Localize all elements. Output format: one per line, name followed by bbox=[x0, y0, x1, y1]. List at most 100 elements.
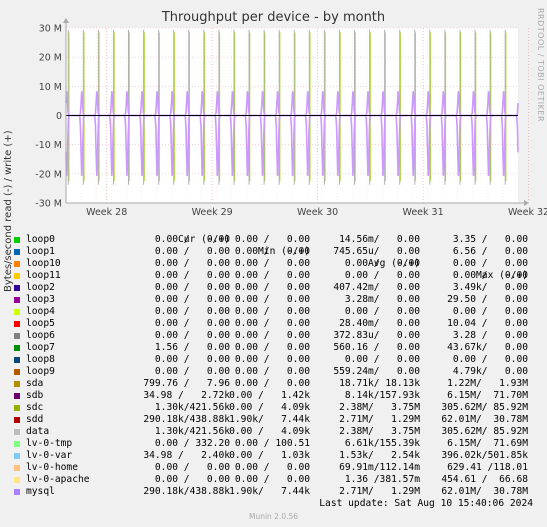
legend-swatch bbox=[14, 357, 20, 363]
legend-min-value: 0.00 / 1.42k bbox=[229, 390, 310, 401]
legend-avg-value: 28.40m/ 0.00 bbox=[339, 318, 420, 329]
legend-avg-value: 559.24m/ 0.00 bbox=[333, 366, 420, 377]
legend-swatch bbox=[14, 477, 20, 483]
legend-series-name: loop1 bbox=[26, 246, 55, 257]
legend-max-value: 6.15M/ 71.69M bbox=[447, 438, 528, 449]
legend-max-value: 6.56 / 0.00 bbox=[452, 246, 528, 257]
legend-series-name: loop7 bbox=[26, 342, 55, 353]
legend-swatch bbox=[14, 345, 20, 351]
legend-min-value: 0.00 / 0.00 bbox=[234, 234, 310, 245]
legend-swatch bbox=[14, 381, 20, 387]
legend-row: lv-0-home 0.00 / 0.00 0.00 / 0.00 69.91m/11… bbox=[0, 462, 547, 474]
legend-row: loop11 0.00 / 0.00 0.00 / 0.00 0.00 / 0.00 0… bbox=[0, 270, 547, 282]
legend-swatch bbox=[14, 429, 20, 435]
legend-swatch bbox=[14, 285, 20, 291]
legend-min-value: 0.00 / 0.00 bbox=[234, 270, 310, 281]
legend-min-value: 0.00 / 0.00 bbox=[234, 330, 310, 341]
legend-swatch bbox=[14, 405, 20, 411]
y-tick-label: 0 bbox=[56, 111, 62, 122]
legend-min-value: 1.90k/ 7.44k bbox=[229, 486, 310, 497]
legend-avg-value: 2.38M/ 3.75M bbox=[339, 426, 420, 437]
y-tick-label: -10 M bbox=[35, 140, 62, 151]
legend-max-value: 0.00 / 0.00 bbox=[452, 354, 528, 365]
legend-min-value: 0.00 / 4.09k bbox=[229, 426, 310, 437]
y-tick-label: 10 M bbox=[39, 82, 62, 93]
legend-max-value: 305.62M/ 85.92M bbox=[441, 426, 528, 437]
legend-min-value: 0.00 / 0.00 bbox=[234, 474, 310, 485]
legend-swatch bbox=[14, 273, 20, 279]
legend-avg-value: 6.61k/155.39k bbox=[344, 438, 420, 449]
x-tick-label: Week 29 bbox=[192, 207, 233, 218]
legend-max-value: 62.01M/ 30.78M bbox=[441, 486, 528, 497]
legend-row: sdc 1.30k/421.56k 0.00 / 4.09k 2.38M/ 3.75M… bbox=[0, 402, 547, 414]
legend-swatch bbox=[14, 333, 20, 339]
legend-swatch bbox=[14, 441, 20, 447]
legend-avg-value: 14.56m/ 0.00 bbox=[339, 234, 420, 245]
legend-row: loop1 0.00 / 0.00 0.00 / 0.00 745.65u/ 0.00… bbox=[0, 246, 547, 258]
legend-series-name: lv-0-var bbox=[26, 450, 73, 461]
munin-version: Munin 2.0.56 bbox=[248, 512, 299, 521]
legend-row: loop3 0.00 / 0.00 0.00 / 0.00 3.28m/ 0.00 29… bbox=[0, 294, 547, 306]
legend-series-name: mysql bbox=[26, 486, 55, 497]
legend-avg-value: 0.00 / 0.00 bbox=[344, 258, 420, 269]
legend-avg-value: 1.36 /381.57m bbox=[344, 474, 420, 485]
legend-series-name: sdd bbox=[26, 414, 44, 425]
legend-avg-value: 8.14k/157.93k bbox=[344, 390, 420, 401]
legend-max-value: 4.79k/ 0.00 bbox=[452, 366, 528, 377]
legend-max-value: 43.67k/ 0.00 bbox=[447, 342, 528, 353]
legend-max-value: 3.35 / 0.00 bbox=[452, 234, 528, 245]
legend-avg-value: 560.16 / 0.00 bbox=[333, 342, 420, 353]
x-tick-label: Week 31 bbox=[403, 207, 444, 218]
legend-series-name: loop10 bbox=[26, 258, 61, 269]
legend-swatch bbox=[14, 237, 20, 243]
legend-min-value: 0.00 / 0.00 bbox=[234, 282, 310, 293]
legend-swatch bbox=[14, 261, 20, 267]
legend-min-value: 0.00 / 4.09k bbox=[229, 402, 310, 413]
last-update: Last update: Sat Aug 10 15:40:06 2024 bbox=[319, 498, 533, 509]
legend-max-value: 0.00 / 0.00 bbox=[452, 258, 528, 269]
legend-min-value: 0.00 / 0.00 bbox=[234, 378, 310, 389]
legend-min-value: 0.00 / 0.00 bbox=[234, 258, 310, 269]
legend-swatch bbox=[14, 249, 20, 255]
legend-swatch bbox=[14, 369, 20, 375]
legend-row: lv-0-apache 0.00 / 0.00 0.00 / 0.00 1.36 /3… bbox=[0, 474, 547, 486]
x-axis-arrow bbox=[524, 200, 529, 206]
legend-row: loop5 0.00 / 0.00 0.00 / 0.00 28.40m/ 0.00 1… bbox=[0, 318, 547, 330]
legend-row: lv-0-var 34.98 / 2.40k 0.00 / 1.03k 1.53k/ … bbox=[0, 450, 547, 462]
legend-series-name: loop8 bbox=[26, 354, 55, 365]
y-axis-arrow bbox=[63, 18, 69, 23]
legend-row: sda 799.76 / 7.96 0.00 / 0.00 18.71k/ 18.13… bbox=[0, 378, 547, 390]
legend-avg-value: 2.71M/ 1.29M bbox=[339, 414, 420, 425]
legend-min-value: 0.00 / 0.00 bbox=[234, 318, 310, 329]
legend-series-name: loop11 bbox=[26, 270, 61, 281]
legend-series-name: loop6 bbox=[26, 330, 55, 341]
legend-min-value: 0.00 / 0.00 bbox=[234, 354, 310, 365]
legend-avg-value: 1.53k/ 2.54k bbox=[339, 450, 420, 461]
legend-max-value: 3.49k/ 0.00 bbox=[452, 282, 528, 293]
legend-avg-value: 18.71k/ 18.13k bbox=[339, 378, 420, 389]
y-tick-label: -20 M bbox=[35, 169, 62, 180]
legend-min-value: 0.00 / 100.51 bbox=[234, 438, 310, 449]
legend-max-value: 10.04 / 0.00 bbox=[447, 318, 528, 329]
legend-swatch bbox=[14, 453, 20, 459]
legend-avg-value: 0.00 / 0.00 bbox=[344, 270, 420, 281]
legend-series-name: sdc bbox=[26, 402, 44, 413]
legend-max-value: 305.62M/ 85.92M bbox=[441, 402, 528, 413]
legend-row: loop4 0.00 / 0.00 0.00 / 0.00 0.00 / 0.00 0.… bbox=[0, 306, 547, 318]
legend-min-value: 0.00 / 1.03k bbox=[229, 450, 310, 461]
y-tick-label: 30 M bbox=[39, 24, 62, 35]
legend-max-value: 6.15M/ 71.70M bbox=[447, 390, 528, 401]
legend-swatch bbox=[14, 489, 20, 495]
legend-max-value: 1.22M/ 1.93M bbox=[447, 378, 528, 389]
legend-swatch bbox=[14, 417, 20, 423]
legend-max-value: 0.00 / 0.00 bbox=[452, 306, 528, 317]
legend-min-value: 1.90k/ 7.44k bbox=[229, 414, 310, 425]
legend-avg-value: 3.28m/ 0.00 bbox=[344, 294, 420, 305]
legend-avg-value: 745.65u/ 0.00 bbox=[333, 246, 420, 257]
legend-row: mysql 290.18k/438.88k 1.90k/ 7.44k 2.71M/ 1… bbox=[0, 486, 547, 498]
legend-min-value: 0.00 / 0.00 bbox=[234, 294, 310, 305]
legend: Cur (-/+) Min (-/+) Avg (-/+) Max (-/+) … bbox=[0, 222, 547, 498]
legend-max-value: 62.01M/ 30.78M bbox=[441, 414, 528, 425]
legend-avg-value: 2.38M/ 3.75M bbox=[339, 402, 420, 413]
legend-series-name: loop4 bbox=[26, 306, 55, 317]
